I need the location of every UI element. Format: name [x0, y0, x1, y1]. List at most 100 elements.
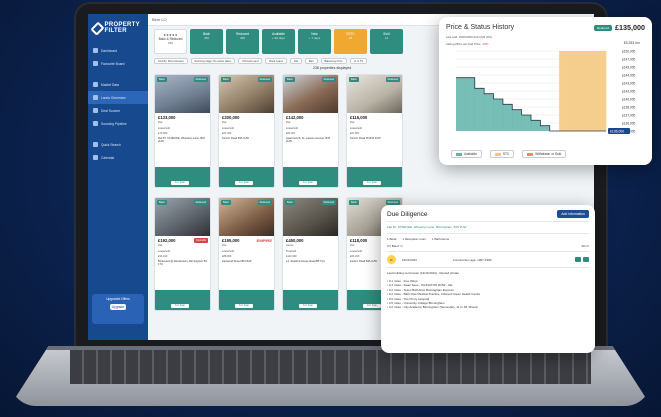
property-address[interactable]: Flat 87, FATEFIDE, Wheeleys Lane, Birmin…	[387, 225, 589, 230]
list-icon	[93, 95, 98, 100]
filter-sort[interactable]: Sort By: Most relevant	[154, 58, 188, 64]
y-tick-label: £137,000	[622, 114, 636, 118]
for-sale-tag: For Sale	[171, 304, 189, 308]
property-card[interactable]: Back Reduced Connells £192,000 Flat Leasehold…	[154, 197, 211, 311]
property-photo[interactable]: Back Reduced	[283, 198, 338, 236]
back-badge: Back	[285, 200, 295, 205]
sidebar-item-favourite[interactable]: Favourite Board	[88, 57, 148, 70]
divider	[387, 267, 589, 268]
stat-tile[interactable]: New + 7 days	[298, 29, 331, 54]
property-photo[interactable]: Back Reduced	[219, 198, 274, 236]
card-footer: For Sale	[347, 167, 402, 187]
sidebar-item-market[interactable]: Market Data	[88, 78, 148, 91]
stat-tile[interactable]: Available + 90 days	[262, 29, 295, 54]
back-badge: Back	[221, 77, 231, 82]
filter-stage[interactable]: Sourcing stage: No action taken	[190, 58, 236, 64]
available-bar	[502, 104, 513, 131]
available-bar	[512, 109, 522, 131]
stat-tile[interactable]: ★★★★★ Back & Reduced 235	[154, 29, 187, 54]
property-card[interactable]: Back Reduced £142,000 Flat Leasehold £81,007 A…	[282, 74, 339, 188]
filter-pill[interactable]: Bait	[305, 58, 318, 64]
filter-pill[interactable]: Ref	[289, 58, 303, 64]
card-price: £200,000	[222, 115, 240, 120]
property-grid: Back Reduced £133,000 Flat Leasehold £72,600 F…	[154, 74, 403, 311]
filter-pill[interactable]: Balancing Price	[320, 58, 347, 64]
property-photo[interactable]: Back Reduced	[283, 75, 338, 113]
card-address: Flat 87, FATEFIDE, Wheeleys Lane, B15 2U…	[158, 136, 205, 144]
beds: 1 Beds	[387, 237, 397, 241]
prev-icon[interactable]	[575, 257, 581, 262]
legend-swatch	[527, 152, 534, 156]
legend-withdrawn[interactable]: Withdrawn or Sold	[522, 150, 567, 158]
card-footer: For Sale	[155, 290, 210, 310]
card-price: £142,000	[286, 115, 304, 120]
stc-bar	[577, 51, 588, 131]
stat-tile[interactable]: Back 456	[190, 29, 223, 54]
epc-rating: C	[387, 255, 396, 264]
legend-swatch	[456, 152, 462, 156]
reception: 1 Reception room	[402, 237, 427, 241]
construction-age: Construction age: 1967-1982	[452, 257, 492, 262]
next-icon[interactable]	[583, 257, 589, 262]
sidebar-item-pipeline[interactable]: Sourcing Pipeline	[88, 117, 148, 130]
filter-pill[interactable]: +1 & TS	[349, 58, 367, 64]
stat-tile[interactable]: SSTC 28	[334, 29, 367, 54]
back-badge: Back	[221, 200, 231, 205]
available-bar	[531, 120, 541, 131]
property-card[interactable]: Back Reduced EMPIRE £195,000 Flat Leasehold £8…	[218, 197, 275, 311]
agent-tag: Connells	[193, 238, 208, 243]
reduced-badge: Reduced	[321, 200, 336, 205]
property-card[interactable]: Back Reduced £450,000 House Freehold £112,400…	[282, 197, 339, 311]
sidebar-item-quick-search[interactable]: Quick Search	[88, 138, 148, 151]
sidebar-item-deal[interactable]: Deal Sourcer	[88, 104, 148, 117]
y-tick-label: £145,000	[622, 66, 636, 70]
property-photo[interactable]: Back Reduced	[155, 75, 210, 113]
sidebar-item-dashboard[interactable]: Dashboard	[88, 44, 148, 57]
card-footer: For Sale	[219, 167, 274, 187]
last-cert: Last building cert known (19/11/2023) - …	[387, 271, 459, 275]
stc-bar	[587, 51, 597, 131]
add-information-button[interactable]: Add information	[557, 210, 589, 218]
sidebar-item-leads[interactable]: Lands Generator	[88, 91, 148, 104]
keyboard	[70, 350, 591, 384]
sidebar-item-calendar[interactable]: Calendar	[88, 151, 148, 164]
for-sale-tag: For Sale	[363, 181, 381, 185]
filter-pill[interactable]: Back Loans	[265, 58, 287, 64]
divider	[387, 251, 589, 252]
property-card[interactable]: Back Reduced £133,000 Flat Leasehold £72,600 F…	[154, 74, 211, 188]
available-bar	[521, 115, 532, 131]
card-address: 14, Stratford House Road B5 7QJ	[286, 259, 325, 263]
chart-legend: Available STC Withdrawn or Sold	[451, 150, 567, 158]
nearby-list: 0.1 miles - Five Ways 0.1 miles - Isaac …	[387, 279, 589, 310]
card-footer: For Sale	[155, 167, 210, 187]
logo-text: PROPERTY FILTER	[104, 22, 140, 34]
y-tick-label: £138,000	[622, 106, 636, 110]
property-photo[interactable]: Back Reduced	[219, 75, 274, 113]
divider	[387, 233, 589, 234]
property-photo[interactable]: Back Reduced	[347, 75, 402, 113]
sidebar: PROPERTY FILTER Dashboard Favourite Boar…	[88, 14, 148, 340]
legend-available[interactable]: Available	[451, 150, 482, 158]
property-card[interactable]: Back Reduced £200,000 Flat Leasehold £67,306 K…	[218, 74, 275, 188]
y-tick-label: £144,000	[622, 74, 636, 78]
property-photo[interactable]: Back Reduced	[155, 198, 210, 236]
due-diligence-panel: Due Diligence Add information Flat 87, F…	[381, 205, 595, 353]
stat-tile[interactable]: Sold 14	[370, 29, 403, 54]
card-address: Boulevard @ Dambusters, Birmingham B1 1T…	[158, 259, 207, 267]
legend-stc[interactable]: STC	[489, 150, 515, 158]
search-input[interactable]	[152, 15, 292, 24]
reduced-badge: Reduced	[193, 77, 208, 82]
filter-pill[interactable]: Off-Cost Land	[238, 58, 263, 64]
stat-tile[interactable]: Reduced 459	[226, 29, 259, 54]
available-bar	[540, 125, 551, 131]
sidebar-promo[interactable]: Upgraded Offers Upgrade	[92, 294, 144, 324]
card-footer: For Sale	[283, 167, 338, 187]
panel-title: Due Diligence	[387, 210, 428, 218]
logo[interactable]: PROPERTY FILTER	[88, 14, 148, 40]
card-address: Hanwood Street B16 8AP	[222, 259, 252, 263]
back-badge: Back	[349, 77, 359, 82]
epc-date: 19/11/2023	[402, 257, 417, 262]
promo-button[interactable]: Upgrade	[109, 304, 127, 310]
property-card[interactable]: Back Reduced £116,000 Flat Leasehold £67,807 K…	[346, 74, 403, 188]
dashboard-icon	[93, 48, 98, 53]
